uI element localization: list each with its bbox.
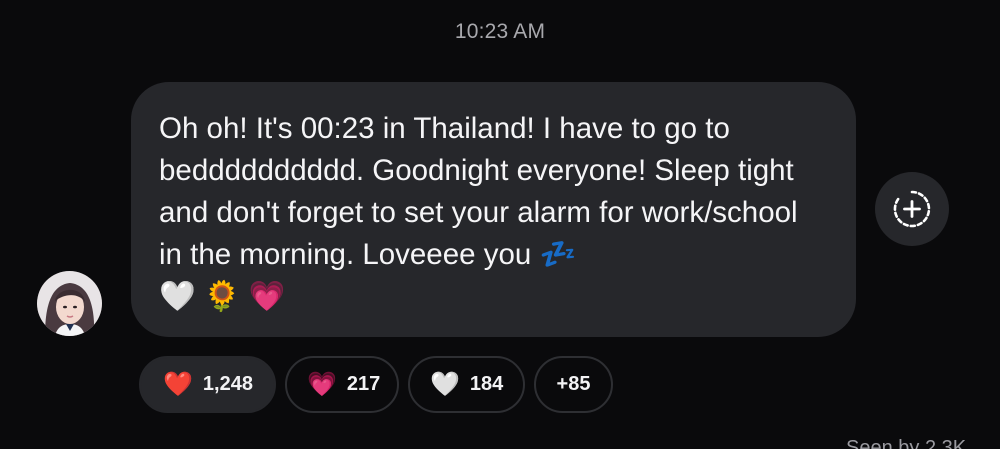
reaction-bar: ❤️ 1,248 💗 217 🤍 184 +85	[139, 356, 613, 413]
reaction-heart-white[interactable]: 🤍 184	[408, 356, 525, 413]
avatar[interactable]	[37, 271, 102, 336]
add-reaction-icon	[893, 190, 931, 228]
more-reactions-button[interactable]: +85	[534, 356, 613, 413]
reaction-heart-red[interactable]: ❤️ 1,248	[139, 356, 276, 413]
seen-by-label: Seen by 2.3K	[846, 437, 967, 449]
more-reactions-count: +85	[556, 373, 591, 395]
reaction-count: 217	[346, 373, 381, 395]
reaction-count: 1,248	[202, 373, 253, 395]
avatar-image	[37, 271, 102, 336]
message-bubble[interactable]: Oh oh! It's 00:23 in Thailand! I have to…	[131, 82, 856, 337]
white-heart-icon: 🤍	[430, 370, 460, 398]
add-reaction-button[interactable]	[875, 172, 949, 246]
message-text: Oh oh! It's 00:23 in Thailand! I have to…	[159, 112, 798, 313]
red-heart-icon: ❤️	[163, 370, 193, 398]
pink-heart-icon: 💗	[307, 370, 337, 398]
reaction-heart-pink[interactable]: 💗 217	[285, 356, 399, 413]
message-timestamp: 10:23 AM	[454, 20, 546, 43]
reaction-count: 184	[469, 373, 504, 395]
chat-screen: 10:23 AM Oh oh! It's 00:23 in Thailand! …	[0, 0, 1000, 449]
